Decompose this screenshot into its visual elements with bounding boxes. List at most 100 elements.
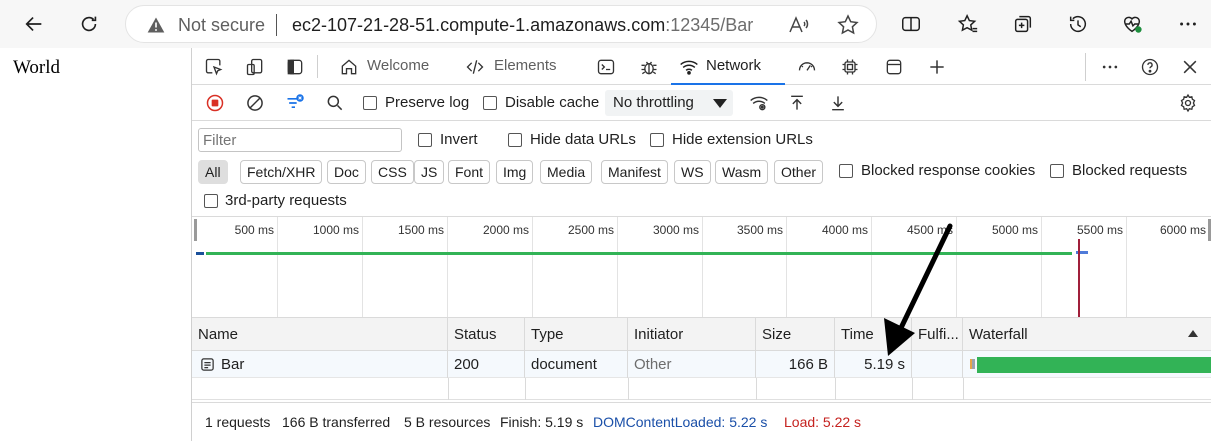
invert-checkbox[interactable] <box>418 133 432 147</box>
console-tab-button[interactable] <box>594 56 618 78</box>
throttling-select[interactable]: No throttling <box>605 90 733 116</box>
summary-finish: Finish: 5.19 s <box>500 414 584 430</box>
address-bar[interactable]: Not secure ec2-107-21-28-51.compute-1.am… <box>125 5 877 43</box>
gauge-icon <box>798 62 816 71</box>
type-filter-img[interactable]: Img <box>496 160 534 184</box>
help-button[interactable] <box>1138 56 1162 78</box>
blocked-response-cookies-checkbox[interactable] <box>839 164 853 178</box>
column-divider <box>912 378 913 400</box>
chevron-down-icon <box>713 99 727 108</box>
table-header: Name Status Type Initiator Size Time Ful… <box>192 318 1211 351</box>
type-filter-js[interactable]: JS <box>414 160 445 184</box>
record-button[interactable] <box>204 92 226 114</box>
disable-cache-checkbox[interactable] <box>483 96 497 110</box>
read-aloud-icon[interactable] <box>786 13 810 37</box>
type-filter-fetch-xhr[interactable]: Fetch/XHR <box>240 160 323 184</box>
tab-network[interactable]: Network <box>671 48 785 85</box>
network-overview[interactable]: 500 ms 1000 ms 1500 ms 2000 ms 2500 ms 3… <box>192 217 1211 318</box>
request-type: document <box>525 351 628 378</box>
favorites-icon <box>957 14 978 33</box>
request-name-cell[interactable]: Bar <box>192 351 448 378</box>
tab-elements[interactable]: Elements <box>494 57 557 74</box>
type-filter-ws[interactable]: WS <box>674 160 711 184</box>
refresh-button[interactable] <box>71 6 107 42</box>
column-divider <box>963 378 964 400</box>
search-button[interactable] <box>324 92 346 114</box>
console-icon <box>597 59 615 75</box>
preserve-log-checkbox[interactable] <box>363 96 377 110</box>
summary-requests: 1 requests <box>205 414 271 430</box>
network-conditions-button[interactable] <box>747 92 771 114</box>
clear-button[interactable] <box>244 92 266 114</box>
type-filter-wasm[interactable]: Wasm <box>715 160 769 184</box>
warning-icon <box>147 17 165 33</box>
url-host: ec2-107-21-28-51.compute-1.amazonaws.com <box>292 15 666 35</box>
overview-tick-label: 500 ms <box>234 223 274 237</box>
blocked-requests-label: Blocked requests <box>1072 162 1188 179</box>
type-filter-all[interactable]: All <box>198 160 228 184</box>
favorite-star-icon[interactable] <box>836 13 860 37</box>
column-header-time[interactable]: Time <box>835 318 912 351</box>
summary-resources: 5 B resources <box>404 414 491 430</box>
filter-input[interactable] <box>198 128 402 152</box>
type-filter-css[interactable]: CSS <box>371 160 414 184</box>
third-party-requests-checkbox[interactable] <box>204 194 218 208</box>
home-icon <box>337 56 361 78</box>
split-screen-button[interactable] <box>893 6 929 42</box>
type-filter-media[interactable]: Media <box>540 160 593 184</box>
overview-tick-label: 5000 ms <box>991 223 1038 237</box>
sources-tab-button[interactable] <box>637 55 661 79</box>
gear-icon <box>1180 93 1196 113</box>
column-divider <box>756 378 757 400</box>
application-tab-button[interactable] <box>882 56 906 78</box>
request-name: Bar <box>221 356 245 373</box>
column-header-status[interactable]: Status <box>448 318 525 351</box>
summary-load: Load: 5.22 s <box>784 414 862 430</box>
column-header-size[interactable]: Size <box>756 318 835 351</box>
browser-health-button[interactable] <box>1114 6 1150 42</box>
type-filter-doc[interactable]: Doc <box>327 160 366 184</box>
memory-tab-button[interactable] <box>838 56 862 78</box>
column-header-type[interactable]: Type <box>525 318 628 351</box>
window-icon <box>886 59 902 75</box>
favorites-button[interactable] <box>950 6 986 42</box>
column-header-initiator[interactable]: Initiator <box>628 318 756 351</box>
customize-button[interactable] <box>1098 56 1122 78</box>
column-header-name[interactable]: Name <box>192 318 448 351</box>
hide-data-urls-checkbox[interactable] <box>508 133 522 147</box>
export-har-button[interactable] <box>827 92 849 114</box>
hide-extension-urls-checkbox[interactable] <box>650 133 664 147</box>
history-button[interactable] <box>1060 6 1096 42</box>
column-header-waterfall[interactable]: Waterfall <box>963 318 1211 351</box>
table-row[interactable]: Bar 200 document Other 166 B 5.19 s <box>192 351 1211 378</box>
type-filter-font[interactable]: Font <box>448 160 491 184</box>
refresh-icon <box>81 16 97 32</box>
performance-tab-button[interactable] <box>794 56 820 78</box>
filter-toggle-button[interactable] <box>283 91 307 115</box>
type-filter-manifest[interactable]: Manifest <box>601 160 668 184</box>
inspect-element-button[interactable] <box>202 56 226 78</box>
tab-welcome[interactable]: Welcome <box>367 57 429 74</box>
tab-network-label: Network <box>706 57 762 74</box>
sidebar-icon <box>287 59 303 75</box>
settings-more-button[interactable] <box>1170 6 1206 42</box>
overview-gridline <box>702 217 703 317</box>
invert-label: Invert <box>440 131 478 148</box>
collections-button[interactable] <box>1005 6 1041 42</box>
import-har-button[interactable] <box>786 92 808 114</box>
device-emulation-button[interactable] <box>243 56 267 78</box>
overview-left-handle[interactable] <box>194 219 197 241</box>
more-tools-button[interactable] <box>925 56 949 78</box>
upload-icon <box>791 95 803 110</box>
type-filter-other[interactable]: Other <box>774 160 824 184</box>
network-settings-button[interactable] <box>1176 91 1200 115</box>
history-icon <box>1069 16 1087 33</box>
back-button[interactable] <box>16 6 52 42</box>
overview-request-start <box>196 252 204 255</box>
blocked-requests-checkbox[interactable] <box>1050 164 1064 178</box>
close-devtools-button[interactable] <box>1178 56 1202 78</box>
chip-icon <box>842 59 858 75</box>
column-header-fulfilled[interactable]: Fulfi... <box>912 318 963 351</box>
dock-side-button[interactable] <box>283 56 307 78</box>
overview-tick-label: 2500 ms <box>567 223 614 237</box>
